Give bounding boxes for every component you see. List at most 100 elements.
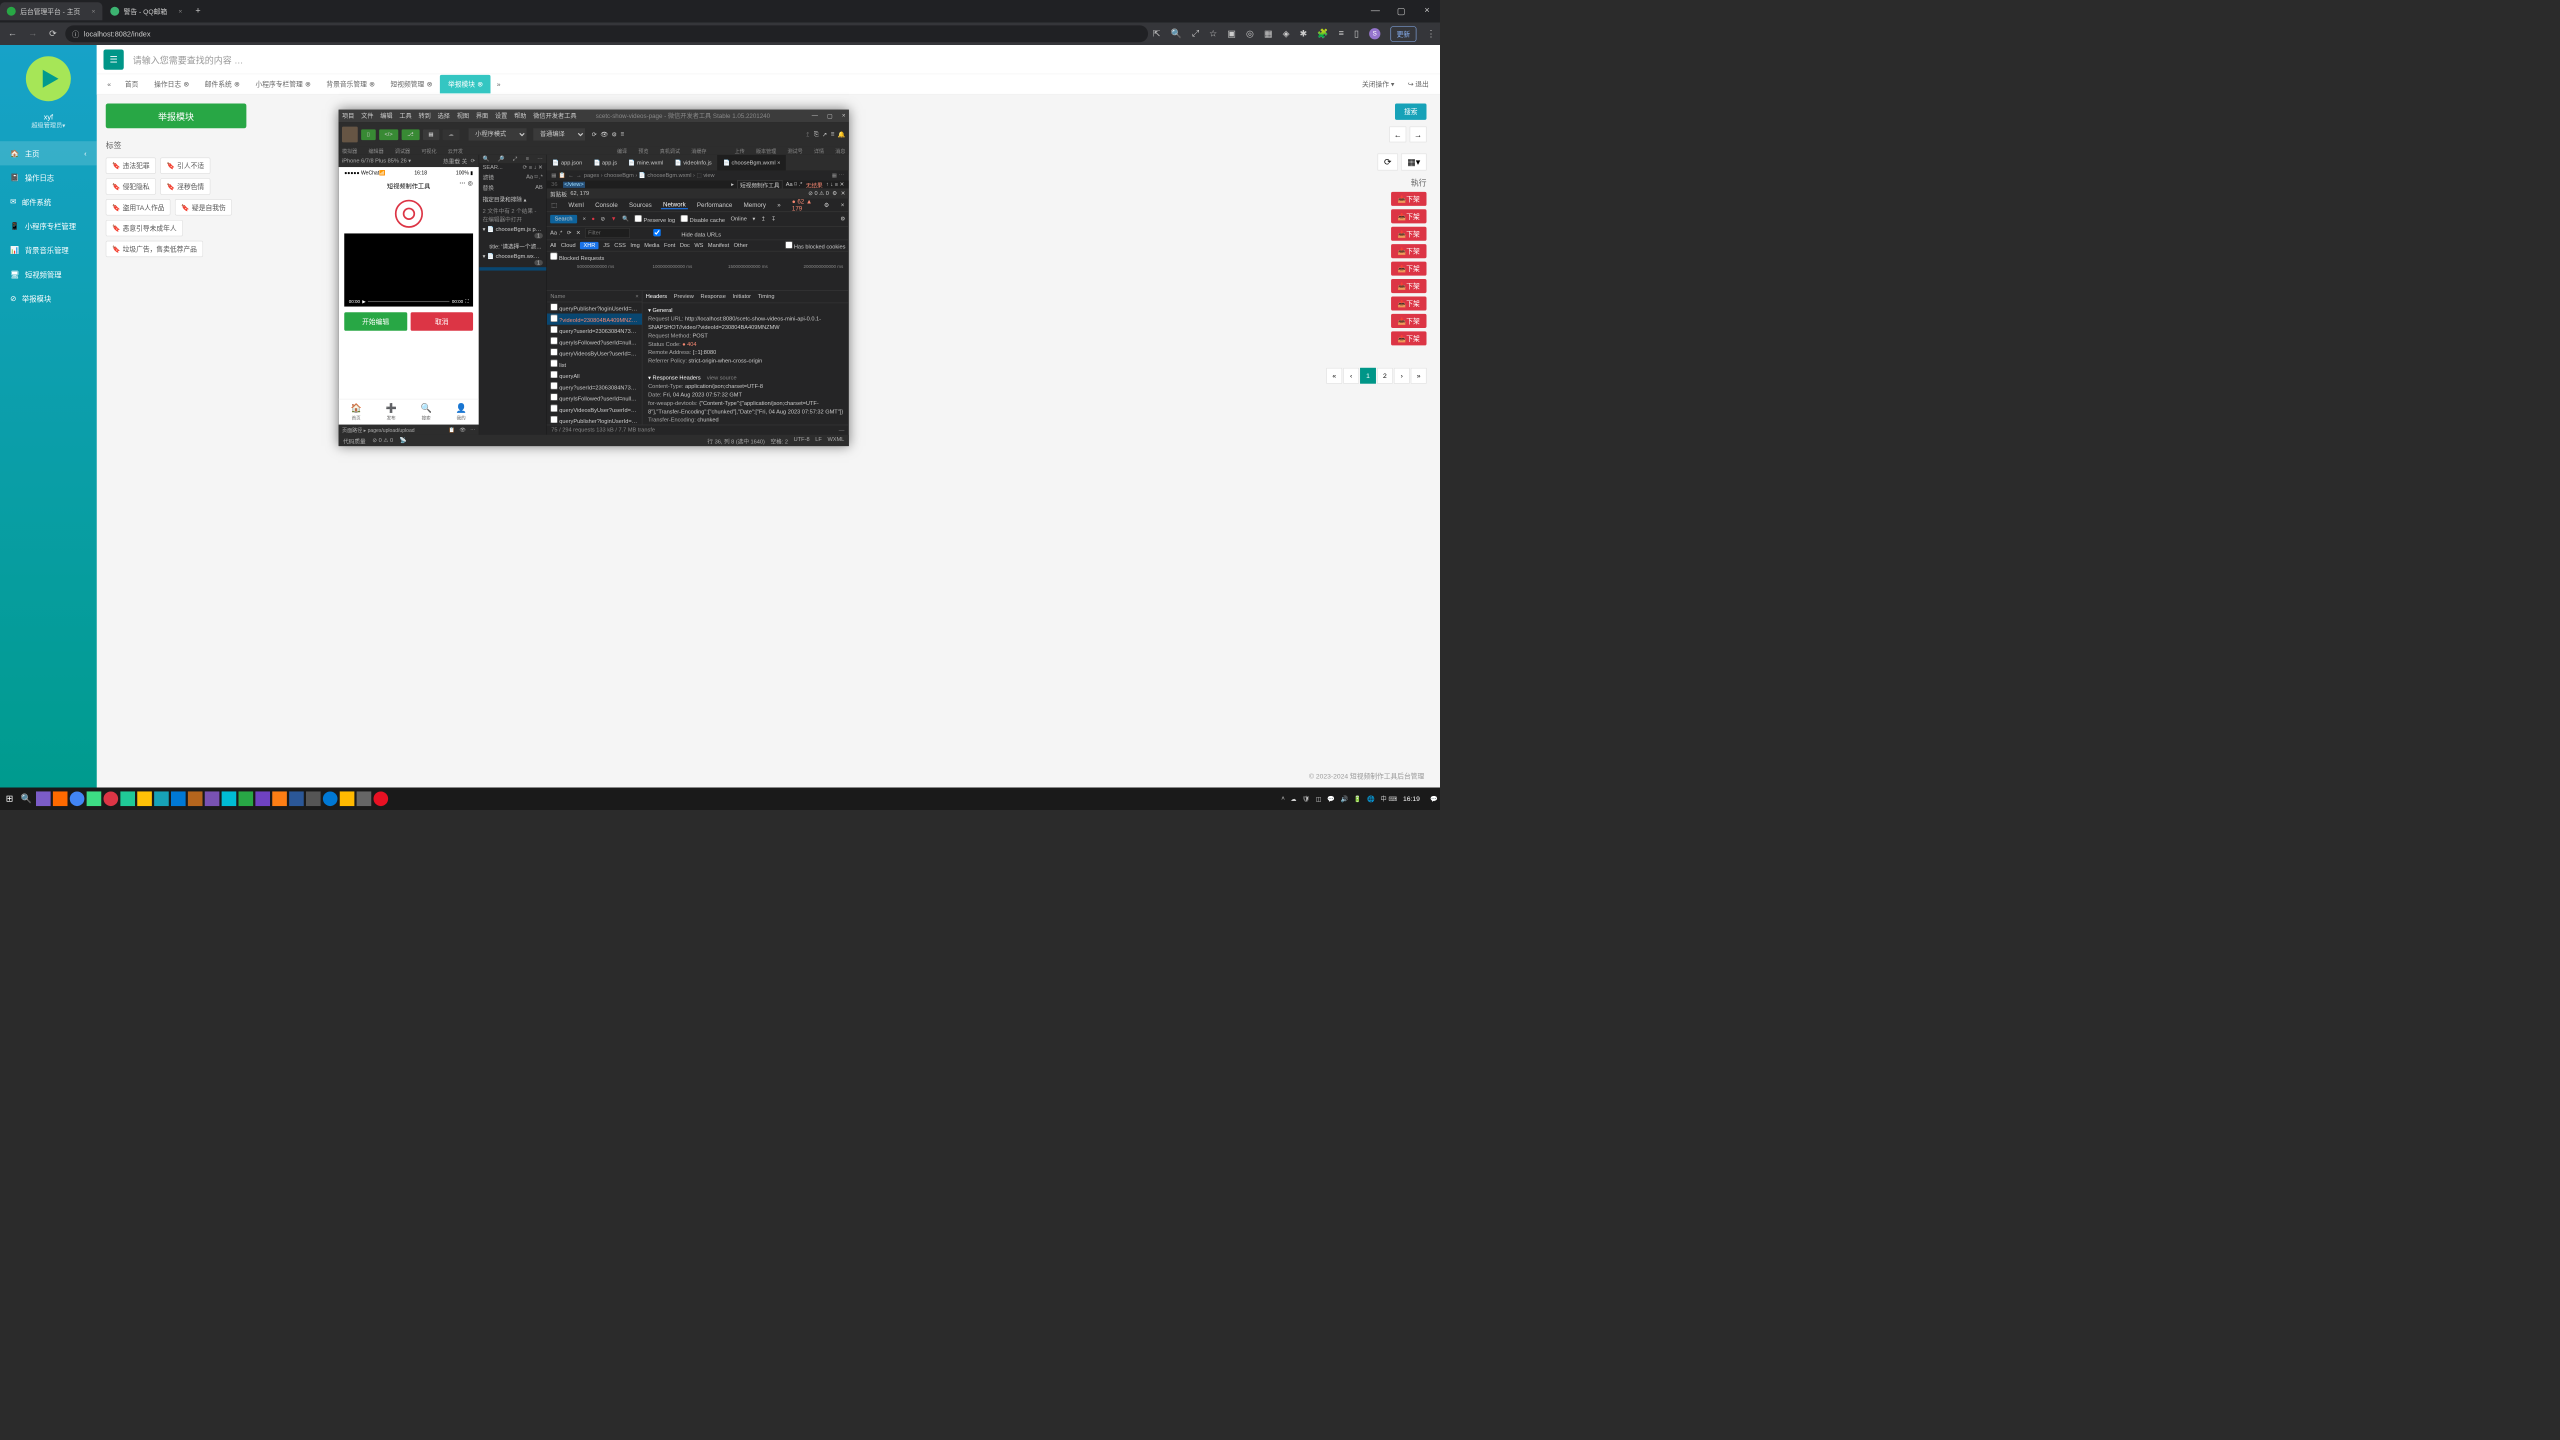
sidebar-item[interactable]: 📊背景音乐管理 — [0, 238, 97, 262]
page-tab[interactable]: 背景音乐管理⊗ — [319, 75, 383, 94]
inspect-icon[interactable]: ⬚ — [549, 201, 559, 208]
task-app[interactable] — [239, 791, 254, 806]
profile-icon[interactable]: S — [1369, 28, 1380, 39]
net-type-filter[interactable]: CSS — [614, 242, 626, 248]
sidebar-item[interactable]: 🖥短视频管理 — [0, 262, 97, 286]
task-app[interactable] — [205, 791, 220, 806]
close-icon[interactable]: × — [92, 7, 96, 15]
maximize-button[interactable]: ▢ — [1388, 6, 1414, 17]
start-edit-button[interactable]: 开始编辑 — [344, 312, 407, 331]
page-button[interactable]: » — [1411, 368, 1427, 384]
menu-icon[interactable]: ≡ — [1339, 29, 1344, 39]
bookmark-icon[interactable]: ☆ — [1209, 28, 1217, 39]
devpanel-tab[interactable]: Console — [593, 202, 620, 209]
debug-icon[interactable]: ⚙ — [612, 131, 618, 138]
ext3-icon[interactable]: ▦ — [1264, 28, 1273, 39]
close-icon[interactable]: ⊗ — [369, 80, 375, 88]
filter-icon[interactable]: ▼ — [611, 216, 617, 222]
menu-toggle-button[interactable]: ☰ — [104, 49, 124, 69]
task-app[interactable] — [289, 791, 304, 806]
network-request-row[interactable]: list — [547, 358, 642, 369]
network-request-row[interactable]: queryPublisher?loginUserId=23063084 — [547, 415, 642, 425]
editor-tab[interactable]: 📄 app.js — [588, 155, 623, 171]
takedown-button[interactable]: 📥下架 — [1391, 314, 1426, 328]
nav-right[interactable]: → — [1410, 127, 1427, 143]
copy-icon[interactable]: 📋 — [449, 427, 455, 433]
task-app[interactable] — [87, 791, 102, 806]
page-tab[interactable]: 短视频管理⊗ — [383, 75, 440, 94]
takedown-button[interactable]: 📥下架 — [1391, 244, 1426, 258]
tag-chip[interactable]: 🔖疑是自我伤 — [175, 199, 232, 215]
task-app[interactable] — [306, 791, 321, 806]
editor-tab[interactable]: 📄 app.json — [547, 155, 588, 171]
mode-code-button[interactable]: </> — [379, 129, 398, 140]
rotate-icon[interactable]: ⟳ — [471, 158, 476, 164]
tag-chip[interactable]: 🔖盗用TA人作品 — [106, 199, 171, 215]
sidebar-item[interactable]: ⊘举报模块 — [0, 286, 97, 310]
compile-select[interactable]: 普通编译 — [533, 128, 585, 140]
devpanel-tab[interactable]: Sources — [627, 202, 654, 209]
page-path[interactable]: 页面路径 ▸ pages/upload/upload — [342, 426, 415, 433]
mode-phone-button[interactable]: ▯ — [361, 129, 375, 140]
network-timeline[interactable]: 500000000000 ms 1000000000000 ms 1500000… — [547, 263, 849, 291]
task-app[interactable] — [222, 791, 237, 806]
network-request-row[interactable]: query?userId=23063084N7375D40 — [547, 325, 642, 336]
task-app[interactable] — [374, 791, 389, 806]
menu-item[interactable]: 文件 — [361, 113, 373, 120]
menu-item[interactable]: 项目 — [342, 113, 354, 120]
network-request-row[interactable]: query?userId=23063084N7375D40 — [547, 381, 642, 392]
net-type-filter[interactable]: Other — [734, 242, 748, 248]
close-icon[interactable]: ⊗ — [183, 80, 189, 88]
tree-item[interactable]: ▾ 📄 chooseBgm.wxml...1 — [479, 252, 546, 267]
task-app[interactable] — [70, 791, 85, 806]
network-request-row[interactable]: queryVideosByUser?userId=23063084.. — [547, 347, 642, 358]
page-button[interactable]: « — [1326, 368, 1342, 384]
grid-toggle[interactable]: ▦▾ — [1401, 154, 1426, 171]
more-icon[interactable]: ⋯ — [470, 427, 475, 433]
logout-button[interactable]: ↪ 退出 — [1401, 79, 1436, 89]
net-type-filter[interactable]: XHR — [580, 242, 599, 249]
disable-cache-checkbox[interactable]: Disable cache — [681, 215, 725, 224]
net-type-filter[interactable]: JS — [603, 242, 610, 248]
tag-chip[interactable]: 🔖侵犯隐私 — [106, 178, 156, 194]
play-icon[interactable]: ▶ — [362, 299, 365, 304]
takedown-button[interactable]: 📥下架 — [1391, 209, 1426, 223]
detail-button[interactable]: ≡ — [831, 131, 835, 138]
start-button[interactable]: ⊞ — [2, 791, 17, 806]
throttle-select[interactable]: Online — [731, 216, 747, 222]
report-module-button[interactable]: 举报模块 — [106, 104, 247, 129]
net-type-filter[interactable]: Font — [664, 242, 675, 248]
translate-icon[interactable]: ⤢ — [1192, 29, 1199, 39]
tray-icon[interactable]: 🔋 — [1354, 795, 1362, 802]
network-request-row[interactable]: queryPublisher?loginUserId=23063084 — [547, 302, 642, 313]
page-tab[interactable]: 小程序专栏管理⊗ — [248, 75, 319, 94]
task-app[interactable] — [154, 791, 169, 806]
task-app[interactable] — [171, 791, 186, 806]
page-tab[interactable]: 首页 — [117, 75, 146, 94]
net-type-filter[interactable]: Media — [644, 242, 659, 248]
task-app[interactable] — [255, 791, 270, 806]
takedown-button[interactable]: 📥下架 — [1391, 192, 1426, 206]
back-button[interactable]: ← — [5, 29, 21, 39]
target-icon[interactable]: ◎ — [468, 179, 473, 186]
tag-chip[interactable]: 🔖引人不适 — [160, 158, 210, 174]
upload-icon[interactable]: ↥ — [761, 216, 766, 222]
detail-tab[interactable]: Preview — [674, 294, 694, 300]
task-app[interactable] — [323, 791, 338, 806]
close-icon[interactable]: ⊗ — [427, 80, 433, 88]
sidebar-item[interactable]: 📱小程序专栏管理 — [0, 214, 97, 238]
preserve-log-checkbox[interactable]: Preserve log — [635, 215, 675, 224]
forward-button[interactable]: → — [25, 29, 41, 39]
device-select[interactable]: iPhone 6/7/8 Plus 85% 26 ▾ — [342, 158, 411, 164]
tabbar-item[interactable]: 🏠首页 — [339, 399, 374, 424]
takedown-button[interactable]: 📥下架 — [1391, 296, 1426, 310]
takedown-button[interactable]: 📥下架 — [1391, 279, 1426, 293]
detail-tab[interactable]: Headers — [646, 294, 667, 300]
task-app[interactable] — [36, 791, 51, 806]
page-button[interactable]: ‹ — [1343, 368, 1359, 384]
test-button[interactable]: ↗ — [822, 131, 827, 138]
editor-tab[interactable]: 📄 videoInfo.js — [669, 155, 717, 171]
page-tab[interactable]: 邮件系统⊗ — [197, 75, 248, 94]
network-request-row[interactable]: ?videoId=230804BA409MNZMW — [547, 313, 642, 324]
search-taskbar[interactable]: 🔍 — [19, 791, 34, 806]
